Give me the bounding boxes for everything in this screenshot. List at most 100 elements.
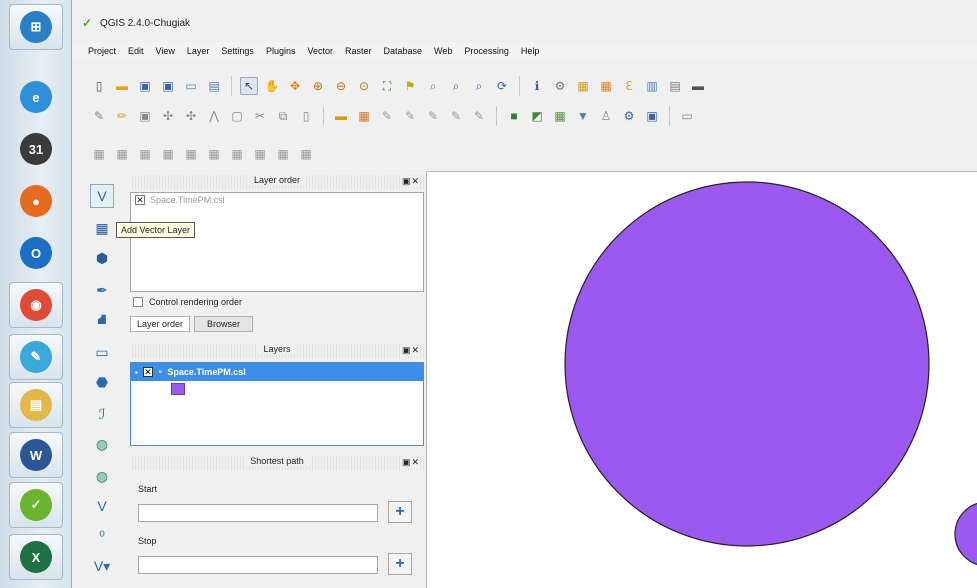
plugin-grid-icon[interactable]: ▦: [551, 107, 569, 125]
pan-map-icon[interactable]: ✋: [263, 77, 281, 95]
run-feature-action-icon[interactable]: ⚙: [551, 77, 569, 95]
zoom-to-selection-icon[interactable]: ⌕: [424, 77, 442, 95]
measure-line-icon[interactable]: ℇ: [620, 77, 638, 95]
add-ring-icon[interactable]: ▦: [182, 145, 200, 163]
paste-features-icon[interactable]: ▯: [297, 107, 315, 125]
pan-to-selection-icon[interactable]: ✥: [286, 77, 304, 95]
menu-view[interactable]: View: [150, 46, 181, 56]
plugin-python-icon[interactable]: ◩: [528, 107, 546, 125]
map-feature-large-circle[interactable]: [564, 181, 930, 547]
menu-processing[interactable]: Processing: [458, 46, 515, 56]
plugin-map-icon[interactable]: ▣: [643, 107, 661, 125]
zoom-out-icon[interactable]: ⊖: [332, 77, 350, 95]
rotate-feature-icon[interactable]: ▦: [136, 145, 154, 163]
toggle-editing-icon[interactable]: ✏: [113, 107, 131, 125]
taskbar-button[interactable]: e: [9, 74, 63, 120]
menu-database[interactable]: Database: [378, 46, 429, 56]
open-project-icon[interactable]: ▬: [113, 77, 131, 95]
zoom-to-layer-icon[interactable]: ⚑: [401, 77, 419, 95]
add-mssql-layer-icon[interactable]: ⛘: [90, 308, 114, 332]
add-postgis-layer-icon[interactable]: ⬢: [90, 246, 114, 270]
refresh-icon[interactable]: ⟳: [493, 77, 511, 95]
zoom-last-icon[interactable]: ⌕: [447, 77, 465, 95]
plugin-green-icon[interactable]: ■: [505, 107, 523, 125]
checkbox-checked-icon[interactable]: ✕: [135, 195, 145, 205]
taskbar-button[interactable]: W: [9, 432, 63, 478]
copy-features-icon[interactable]: ⧉: [274, 107, 292, 125]
reshape-features-icon[interactable]: ▦: [297, 145, 315, 163]
zoom-next-icon[interactable]: ⌕: [470, 77, 488, 95]
panel-float-close-icon[interactable]: ▣✕: [401, 176, 420, 187]
add-oracle-layer-icon[interactable]: ▭: [90, 340, 114, 364]
zoom-full-icon[interactable]: ⛶: [378, 77, 396, 95]
plugin-text-icon[interactable]: ▭: [678, 107, 696, 125]
layers-tree[interactable]: ▪ ✕ ⁌ Space.TimePM.csl: [130, 362, 424, 446]
taskbar-button[interactable]: ✎: [9, 334, 63, 380]
map-feature-small-circle[interactable]: [954, 502, 977, 566]
menu-settings[interactable]: Settings: [215, 46, 260, 56]
zoom-in-icon[interactable]: ⊕: [309, 77, 327, 95]
add-wfs-layer-icon[interactable]: V: [90, 494, 114, 518]
cut-features-icon[interactable]: ✂: [251, 107, 269, 125]
undo-icon[interactable]: ▦: [90, 145, 108, 163]
add-gps-layer-icon[interactable]: ⁰: [90, 524, 114, 548]
stop-point-input[interactable]: [138, 556, 378, 574]
taskbar-button[interactable]: ▤: [9, 382, 63, 428]
fill-ring-icon[interactable]: ▦: [228, 145, 246, 163]
add-raster-layer-icon[interactable]: ▦: [90, 216, 114, 240]
zoom-native-icon[interactable]: ⊙: [355, 77, 373, 95]
select-features-icon[interactable]: ▦: [574, 77, 592, 95]
identify-features-icon[interactable]: ℹ: [528, 77, 546, 95]
layer-order-list[interactable]: ✕ Space.TimePM.csl: [130, 192, 424, 292]
show-hide-labels-icon[interactable]: ✎: [401, 107, 419, 125]
move-label-icon[interactable]: ✎: [424, 107, 442, 125]
menu-project[interactable]: Project: [82, 46, 122, 56]
add-part-icon[interactable]: ▦: [205, 145, 223, 163]
menu-web[interactable]: Web: [428, 46, 458, 56]
change-label-icon[interactable]: ✎: [470, 107, 488, 125]
taskbar-button[interactable]: X: [9, 534, 63, 580]
layer-visibility-checkbox[interactable]: ✕: [142, 367, 153, 377]
attribute-table-icon[interactable]: ▥: [643, 77, 661, 95]
plugin-graph-icon[interactable]: ⚙: [620, 107, 638, 125]
label-icon[interactable]: ▬: [332, 107, 350, 125]
add-vector-layer-icon[interactable]: V: [90, 184, 114, 208]
layer-row-selected[interactable]: ▪ ✕ ⁌ Space.TimePM.csl: [131, 363, 423, 381]
delete-selected-icon[interactable]: ▢: [228, 107, 246, 125]
save-layer-edits-icon[interactable]: ▣: [136, 107, 154, 125]
taskbar-button[interactable]: ◉: [9, 282, 63, 328]
add-wcs-layer-icon[interactable]: ◍: [90, 464, 114, 488]
new-project-icon[interactable]: ▯: [90, 77, 108, 95]
taskbar-button[interactable]: ●: [9, 178, 63, 224]
plugin-funnel-icon[interactable]: ▼: [574, 107, 592, 125]
add-delimited-text-layer-icon[interactable]: ℐ: [90, 402, 114, 426]
taskbar-button[interactable]: ✓: [9, 482, 63, 528]
panel-float-close-icon[interactable]: ▣✕: [401, 345, 420, 356]
tab-browser[interactable]: Browser: [194, 316, 254, 332]
capture-stop-point-icon[interactable]: +: [388, 553, 412, 575]
composer-manager-icon[interactable]: ▤: [205, 77, 223, 95]
panel-float-close-icon[interactable]: ▣✕: [401, 457, 420, 468]
menu-help[interactable]: Help: [515, 46, 546, 56]
menu-edit[interactable]: Edit: [122, 46, 150, 56]
tab-layer-order[interactable]: Layer order: [130, 316, 191, 332]
add-wms-layer-icon[interactable]: ◍: [90, 432, 114, 456]
menu-plugins[interactable]: Plugins: [260, 46, 302, 56]
add-feature-icon[interactable]: ✣: [159, 107, 177, 125]
deselect-features-icon[interactable]: ▦: [597, 77, 615, 95]
menu-vector[interactable]: Vector: [301, 46, 339, 56]
touch-zoom-icon[interactable]: ↖: [240, 77, 258, 95]
control-rendering-checkbox[interactable]: [133, 297, 143, 307]
taskbar-button[interactable]: ⊞: [9, 4, 63, 50]
new-print-composer-icon[interactable]: ▭: [182, 77, 200, 95]
menu-raster[interactable]: Raster: [339, 46, 378, 56]
move-feature-icon[interactable]: ✣: [182, 107, 200, 125]
pin-labels-icon[interactable]: ✎: [378, 107, 396, 125]
current-edits-icon[interactable]: ✎: [90, 107, 108, 125]
taskbar-button[interactable]: O: [9, 230, 63, 276]
simplify-feature-icon[interactable]: ▦: [159, 145, 177, 163]
taskbar-button[interactable]: 31: [9, 126, 63, 172]
expand-icon[interactable]: ▪: [135, 368, 138, 377]
start-point-input[interactable]: [138, 504, 378, 522]
map-canvas[interactable]: [426, 171, 977, 588]
